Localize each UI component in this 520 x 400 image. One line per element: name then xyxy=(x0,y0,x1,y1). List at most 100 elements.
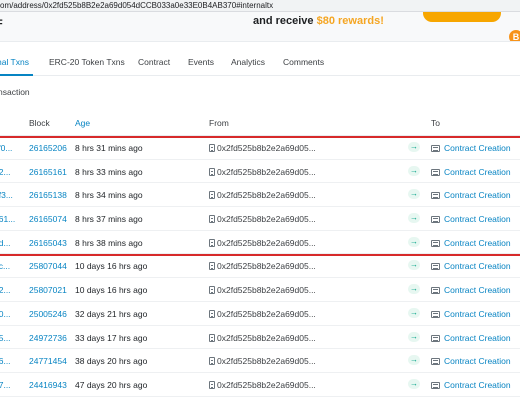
block-link[interactable]: 26165074 xyxy=(29,214,67,224)
contract-creation-link[interactable]: Contract Creation xyxy=(444,214,511,224)
document-icon xyxy=(209,144,215,152)
promo-text: and receive $80 rewards! xyxy=(253,15,384,27)
contract-creation-link[interactable]: Contract Creation xyxy=(444,356,511,366)
age-text: 33 days 17 hrs ago xyxy=(75,332,148,343)
parent-txn-hash-link[interactable]: 6d... xyxy=(0,238,11,248)
to-cell: Contract Creation xyxy=(431,190,511,200)
block-link[interactable]: 26165161 xyxy=(29,167,67,177)
age-text: 10 days 16 hrs ago xyxy=(75,285,148,296)
parent-txn-hash-link[interactable]: 32... xyxy=(0,167,11,177)
table-row: 85... 24972736 33 days 17 hrs ago 0x2fd525b… xyxy=(0,326,520,350)
from-address[interactable]: 0x2fd525b8b2e2a69d05... xyxy=(217,214,316,224)
age-text: 47 days 20 hrs ago xyxy=(75,379,148,390)
tab-erc20-token-txns[interactable]: ERC-20 Token Txns xyxy=(49,57,125,67)
block-link[interactable]: 26165206 xyxy=(29,143,67,153)
contract-creation-link[interactable]: Contract Creation xyxy=(444,380,511,390)
table-row: 6d... 26165043 8 hrs 38 mins ago 0x2fd525b8… xyxy=(0,231,520,255)
from-address[interactable]: 0x2fd525b8b2e2a69d05... xyxy=(217,143,316,153)
parent-txn-hash-link[interactable]: 85... xyxy=(0,333,11,343)
contract-icon xyxy=(431,216,440,224)
table-row: 361... 26165074 8 hrs 37 mins ago 0x2fd525b… xyxy=(0,207,520,231)
parent-txn-hash-link[interactable]: 52... xyxy=(0,285,11,295)
document-icon xyxy=(209,191,215,200)
bitcoin-badge-icon[interactable]: B xyxy=(509,30,520,41)
block-link[interactable]: 25807021 xyxy=(29,285,67,295)
table-row: 52... 25807021 10 days 16 hrs ago 0x2fd525b… xyxy=(0,278,520,302)
table-row: 67... 24416943 47 days 20 hrs ago 0x2fd525b… xyxy=(0,373,520,397)
age-text: 8 hrs 31 mins ago xyxy=(75,143,143,153)
parent-txn-hash-link[interactable]: ef3... xyxy=(0,190,13,200)
tab-internal-txns[interactable]: nal Txns xyxy=(0,57,29,67)
to-cell: Contract Creation xyxy=(431,309,511,319)
contract-icon xyxy=(431,192,440,200)
table-row: ec... 25807044 10 days 16 hrs ago 0x2fd525b… xyxy=(0,254,520,279)
contract-icon xyxy=(431,145,440,152)
parent-txn-hash-link[interactable]: cf0... xyxy=(0,143,12,153)
parent-txn-hash-link[interactable]: 50... xyxy=(0,309,11,319)
document-icon xyxy=(209,286,215,295)
from-cell: 0x2fd525b8b2e2a69d05... xyxy=(209,333,316,343)
block-link[interactable]: 24771454 xyxy=(29,356,67,366)
arrow-right-icon: → xyxy=(408,260,420,271)
block-link[interactable]: 26165043 xyxy=(29,238,67,248)
block-link[interactable]: 24972736 xyxy=(29,333,67,343)
to-cell: Contract Creation xyxy=(431,261,511,271)
from-cell: 0x2fd525b8b2e2a69d05... xyxy=(209,309,316,319)
age-text: 8 hrs 34 mins ago xyxy=(75,190,143,201)
contract-icon xyxy=(431,239,440,247)
from-address[interactable]: 0x2fd525b8b2e2a69d05... xyxy=(217,333,316,343)
header-age-toggle[interactable]: Age xyxy=(75,118,90,128)
contract-creation-link[interactable]: Contract Creation xyxy=(444,143,511,153)
contract-icon xyxy=(431,263,440,271)
url-text[interactable]: om/address/0x2fd525b8B2e2a69d054dCCB033a… xyxy=(0,1,273,10)
from-address[interactable]: 0x2fd525b8b2e2a69d05... xyxy=(217,285,316,295)
contract-creation-link[interactable]: Contract Creation xyxy=(444,309,511,319)
browser-url-bar[interactable]: om/address/0x2fd525b8B2e2a69d054dCCB033a… xyxy=(0,0,520,12)
from-address[interactable]: 0x2fd525b8b2e2a69d05... xyxy=(217,356,316,366)
from-cell: 0x2fd525b8b2e2a69d05... xyxy=(209,356,316,366)
parent-txn-hash-link[interactable]: 361... xyxy=(0,214,15,224)
parent-txn-hash-link[interactable]: 06... xyxy=(0,356,11,366)
parent-txn-hash-link[interactable]: 67... xyxy=(0,380,11,390)
from-address[interactable]: 0x2fd525b8b2e2a69d05... xyxy=(217,190,316,200)
block-link[interactable]: 24416943 xyxy=(29,380,67,390)
tab-contract[interactable]: Contract xyxy=(138,57,170,67)
parent-txn-hash-link[interactable]: ec... xyxy=(0,261,10,271)
tab-events[interactable]: Events xyxy=(188,57,214,67)
to-cell: Contract Creation xyxy=(431,380,511,390)
to-cell: Contract Creation xyxy=(431,285,511,295)
from-address[interactable]: 0x2fd525b8b2e2a69d05... xyxy=(217,238,316,248)
from-cell: 0x2fd525b8b2e2a69d05... xyxy=(209,167,316,177)
tab-comments[interactable]: Comments xyxy=(283,57,324,67)
contract-creation-link[interactable]: Contract Creation xyxy=(444,190,511,200)
arrow-right-icon: → xyxy=(408,378,420,389)
contract-creation-link[interactable]: Contract Creation xyxy=(444,238,511,248)
from-address[interactable]: 0x2fd525b8b2e2a69d05... xyxy=(217,261,316,271)
tab-analytics[interactable]: Analytics xyxy=(231,57,265,67)
document-icon xyxy=(209,238,215,247)
contract-creation-link[interactable]: Contract Creation xyxy=(444,167,511,177)
age-text: 8 hrs 37 mins ago xyxy=(75,214,143,225)
from-address[interactable]: 0x2fd525b8b2e2a69d05... xyxy=(217,309,316,319)
promo-cta-button[interactable] xyxy=(423,12,501,22)
active-tab-indicator xyxy=(0,74,33,76)
table-row: 50... 25005246 32 days 21 hrs ago 0x2fd525b… xyxy=(0,302,520,326)
table-header: Block Age From To xyxy=(0,108,520,136)
section-subtitle: nsaction xyxy=(0,87,30,97)
from-address[interactable]: 0x2fd525b8b2e2a69d05... xyxy=(217,380,316,390)
block-link[interactable]: 25807044 xyxy=(29,261,67,271)
contract-creation-link[interactable]: Contract Creation xyxy=(444,285,511,295)
header-block: Block xyxy=(29,118,50,128)
contract-creation-link[interactable]: Contract Creation xyxy=(444,261,511,271)
block-link[interactable]: 26165138 xyxy=(29,190,67,200)
logo-fragment: F xyxy=(0,18,3,30)
contract-creation-link[interactable]: Contract Creation xyxy=(444,333,511,343)
table-row: 06... 24771454 38 days 20 hrs ago 0x2fd525b… xyxy=(0,349,520,373)
arrow-right-icon: → xyxy=(408,355,420,366)
from-address[interactable]: 0x2fd525b8b2e2a69d05... xyxy=(217,167,316,177)
to-cell: Contract Creation xyxy=(431,143,511,153)
block-link[interactable]: 25005246 xyxy=(29,309,67,319)
contract-icon xyxy=(431,168,440,176)
age-text: 8 hrs 38 mins ago xyxy=(75,237,143,248)
age-text: 32 days 21 hrs ago xyxy=(75,308,148,319)
